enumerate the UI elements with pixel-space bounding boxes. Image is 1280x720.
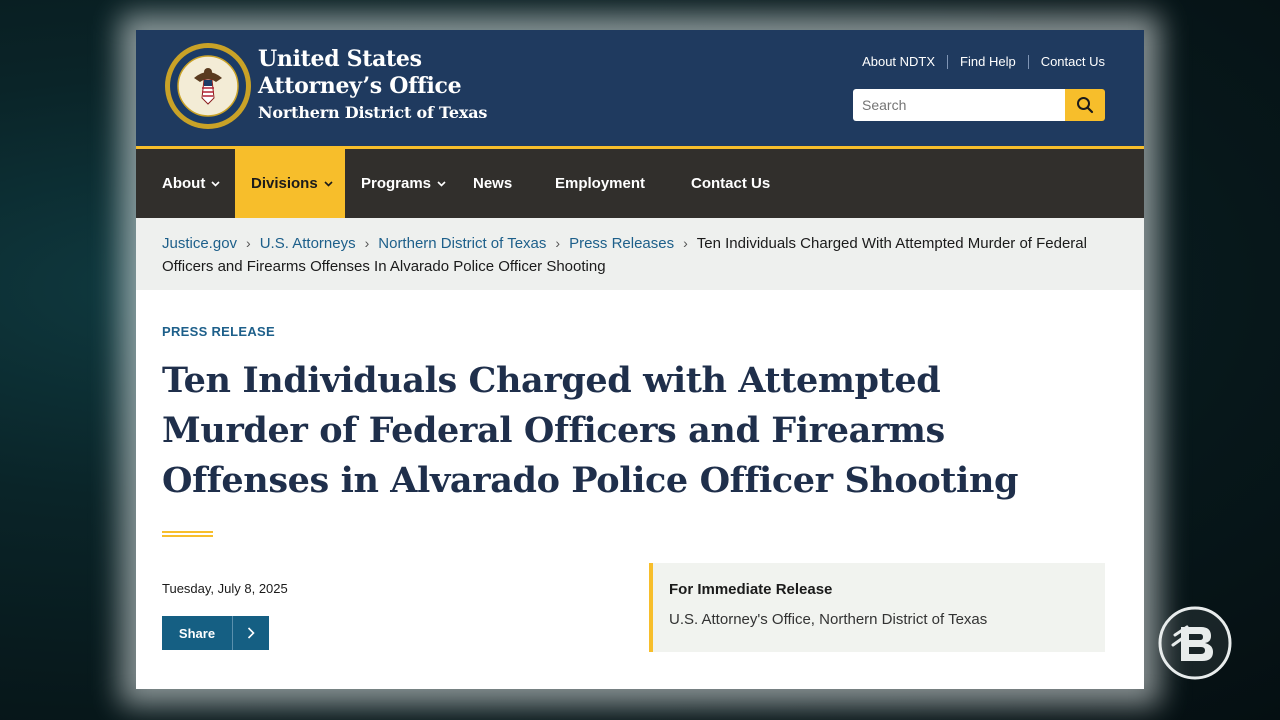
nav-label: Contact Us	[691, 175, 771, 192]
chevron-down-icon	[437, 180, 446, 187]
nav-item-contact-us[interactable]: Contact Us	[691, 149, 811, 218]
article-kicker: PRESS RELEASE	[162, 324, 275, 339]
breadcrumb: Justice.gov › U.S. Attorneys › Northern Dist…	[136, 218, 1144, 290]
share-label: Share	[178, 625, 216, 641]
channel-watermark-logo-icon	[1158, 606, 1232, 680]
chevron-right-icon: ›	[364, 235, 370, 251]
nav-label: Employment	[555, 175, 646, 192]
site-header: United States Attorney’s Office Northern…	[136, 30, 1144, 146]
breadcrumb-link-justice-gov[interactable]: Justice.gov	[162, 235, 237, 252]
search-button[interactable]	[1065, 89, 1105, 121]
nav-item-about[interactable]: About	[136, 149, 235, 218]
release-heading: For Immediate Release	[669, 581, 833, 598]
doj-seal-icon[interactable]	[164, 42, 252, 130]
nav-item-divisions[interactable]: Divisions	[235, 149, 345, 218]
search-input[interactable]	[853, 89, 1065, 121]
chevron-down-icon	[211, 180, 220, 187]
chevron-right-icon: ›	[683, 235, 688, 251]
agency-line-2: Attorney’s Office	[258, 73, 462, 99]
release-source: U.S. Attorney's Office, Northern Distric…	[669, 611, 988, 628]
breadcrumb-link-us-attorneys[interactable]: U.S. Attorneys	[260, 235, 356, 252]
breadcrumb-link-ndtx[interactable]: Northern District of Texas	[378, 235, 546, 252]
breadcrumb-link-press-releases[interactable]: Press Releases	[569, 235, 674, 252]
util-divider	[1027, 54, 1029, 69]
chevron-right-icon[interactable]	[232, 616, 269, 650]
agency-name[interactable]: United States Attorney’s Office Northern…	[258, 46, 487, 126]
util-divider	[947, 54, 949, 69]
chevron-down-icon	[324, 180, 333, 187]
nav-label: Programs	[361, 175, 432, 192]
nav-item-employment[interactable]: Employment	[555, 149, 691, 218]
chevron-right-icon: ›	[555, 235, 561, 251]
nav-label: Divisions	[251, 175, 318, 192]
main-nav: About Divisions Programs News Employment…	[136, 146, 1144, 218]
util-link-contact-us[interactable]: Contact Us	[1041, 54, 1105, 69]
browser-page: United States Attorney’s Office Northern…	[136, 30, 1144, 689]
nav-item-programs[interactable]: Programs	[345, 149, 469, 218]
share-button[interactable]: Share	[162, 616, 269, 650]
chevron-right-icon: ›	[246, 235, 251, 251]
publish-date: Tuesday, July 8, 2025	[162, 581, 288, 596]
page-title: Ten Individuals Charged with Attempted M…	[162, 360, 1019, 501]
search-icon	[1077, 97, 1094, 114]
search-box	[853, 89, 1105, 121]
agency-district: Northern District of Texas	[258, 103, 488, 122]
nav-label: About	[162, 175, 206, 192]
title-underline	[162, 531, 213, 537]
util-link-about-ndtx[interactable]: About NDTX	[862, 54, 935, 69]
nav-item-news[interactable]: News	[469, 149, 555, 218]
release-info-box: For Immediate Release U.S. Attorney's Of…	[649, 563, 1105, 652]
utility-links: About NDTX Find Help Contact Us	[862, 54, 1105, 69]
nav-label: News	[473, 175, 513, 192]
util-link-find-help[interactable]: Find Help	[960, 54, 1016, 69]
agency-line-1: United States	[258, 46, 422, 72]
